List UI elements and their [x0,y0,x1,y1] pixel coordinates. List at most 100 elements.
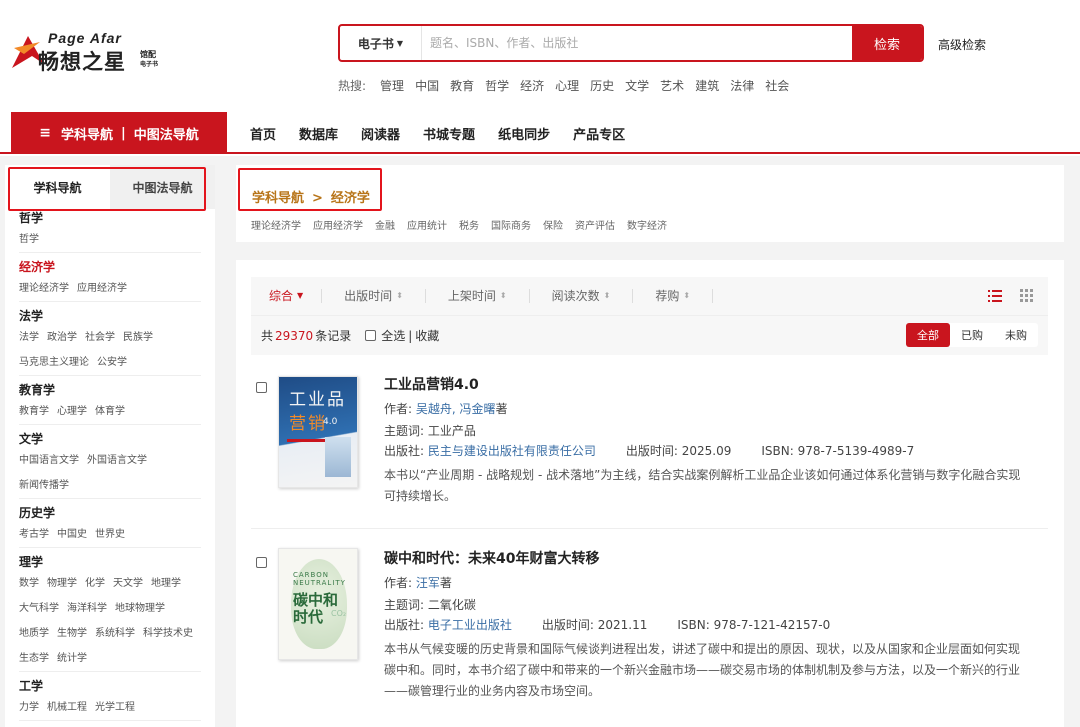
sidebar-item[interactable]: 社会学 [85,325,115,350]
nav-link-print-sync[interactable]: 纸电同步 [498,124,550,143]
filter-all[interactable]: 全部 [906,323,950,347]
site-logo[interactable]: Page Afar 畅想之星 馆配 电子书 [10,28,170,78]
sort-recommend[interactable]: 荐购 ⬍ [633,289,714,303]
sidebar-group-title[interactable]: 工学 [19,677,201,695]
search-button[interactable]: 检索 [852,26,922,60]
book-author[interactable]: 汪军 [416,576,440,590]
sidebar-item[interactable]: 法学 [19,325,39,350]
subcategory-item[interactable]: 数字经济 [627,217,667,232]
sidebar-group-title[interactable]: 历史学 [19,504,201,522]
book-cover[interactable]: 工业品 营销 4.0 [278,376,358,488]
hot-term[interactable]: 中国 [415,77,439,94]
sidebar-item[interactable]: 科学技术史 [143,621,193,646]
sidebar-item[interactable]: 地球物理学 [115,596,165,621]
subcategory-item[interactable]: 资产评估 [575,217,615,232]
category-nav-button[interactable]: ≡ 学科导航 | 中图法导航 [11,112,227,154]
nav-subject-label[interactable]: 学科导航 [61,124,113,143]
list-view-icon[interactable] [988,289,1002,303]
sort-read-count[interactable]: 阅读次数 ⬍ [530,289,634,303]
book-publisher[interactable]: 电子工业出版社 [428,618,512,632]
sidebar-item[interactable]: 民族学 [123,325,153,350]
sidebar-item[interactable]: 中国语言文学 [19,448,79,473]
sidebar-group-title[interactable]: 文学 [19,430,201,448]
sidebar-item[interactable]: 海洋科学 [67,596,107,621]
sidebar-item[interactable]: 天文学 [113,571,143,596]
hot-term[interactable]: 心理 [555,77,579,94]
sidebar-item[interactable]: 统计学 [57,646,87,671]
sidebar-item[interactable]: 生态学 [19,646,49,671]
subcategory-item[interactable]: 保险 [543,217,563,232]
sidebar-item[interactable]: 教育学 [19,399,49,424]
filter-purchased[interactable]: 已购 [950,323,994,347]
sidebar-group-title[interactable]: 法学 [19,307,201,325]
sidebar-item[interactable]: 物理学 [47,571,77,596]
sidebar-group-title[interactable]: 理学 [19,553,201,571]
subcategory-item[interactable]: 应用经济学 [313,217,363,232]
select-all-label[interactable]: 全选 [381,327,405,344]
sidebar-group-title[interactable]: 经济学 [19,258,201,276]
grid-view-icon[interactable] [1020,289,1034,303]
hot-term[interactable]: 法律 [730,77,754,94]
sidebar-item[interactable]: 政治学 [47,325,77,350]
sidebar-item[interactable]: 心理学 [57,399,87,424]
book-cover[interactable]: CARBON NEUTRALITY 碳中和 时代 CO₂ [278,548,358,660]
nav-link-home[interactable]: 首页 [250,124,276,143]
hot-term[interactable]: 历史 [590,77,614,94]
hot-term[interactable]: 管理 [380,77,404,94]
sidebar-item[interactable]: 马克思主义理论 [19,350,89,375]
sidebar-item[interactable]: 数学 [19,571,39,596]
sidebar-item[interactable]: 外国语言文学 [87,448,147,473]
sidebar-item[interactable]: 地质学 [19,621,49,646]
hot-term[interactable]: 经济 [520,77,544,94]
hot-term[interactable]: 社会 [765,77,789,94]
sidebar-item[interactable]: 应用经济学 [77,276,127,301]
book-publisher[interactable]: 民主与建设出版社有限责任公司 [428,444,596,458]
hot-term[interactable]: 哲学 [485,77,509,94]
sidebar-item[interactable]: 力学 [19,695,39,720]
sidebar-item[interactable]: 理论经济学 [19,276,69,301]
subcategory-item[interactable]: 税务 [459,217,479,232]
sidebar-item[interactable]: 光学工程 [95,695,135,720]
sidebar-item[interactable]: 化学 [85,571,105,596]
hot-term[interactable]: 建筑 [695,77,719,94]
book-title[interactable]: 工业品营销4.0 [384,374,1024,394]
nav-link-topics[interactable]: 书城专题 [423,124,475,143]
sort-publish-date[interactable]: 出版时间 ⬍ [322,289,426,303]
sidebar-item[interactable]: 公安学 [97,350,127,375]
sidebar-group-title[interactable]: 哲学 [19,209,201,227]
select-all-checkbox[interactable] [365,330,377,341]
book-title[interactable]: 碳中和时代：未来40年财富大转移 [384,548,1024,568]
sidebar-group-title[interactable]: 教育学 [19,381,201,399]
sidebar-item[interactable]: 世界史 [95,522,125,547]
nav-clc-label[interactable]: 中图法导航 [134,124,199,143]
sidebar-item[interactable]: 考古学 [19,522,49,547]
nav-link-products[interactable]: 产品专区 [573,124,625,143]
sort-comprehensive[interactable]: 综合 ▼ [251,289,323,303]
book-checkbox[interactable] [256,557,267,568]
search-input[interactable] [422,26,852,60]
nav-link-reader[interactable]: 阅读器 [361,124,400,143]
sidebar-item[interactable]: 机械工程 [47,695,87,720]
hot-term[interactable]: 教育 [450,77,474,94]
sidebar-item[interactable]: 新闻传播学 [19,473,69,498]
sidebar-item[interactable]: 生物学 [57,621,87,646]
sidebar-item[interactable]: 体育学 [95,399,125,424]
nav-link-database[interactable]: 数据库 [299,124,338,143]
sidebar-item[interactable]: 地理学 [151,571,181,596]
subcategory-item[interactable]: 国际商务 [491,217,531,232]
hot-term[interactable]: 文学 [625,77,649,94]
filter-not-purchased[interactable]: 未购 [994,323,1038,347]
subcategory-item[interactable]: 理论经济学 [251,217,301,232]
favorite-button[interactable]: 收藏 [415,327,439,344]
search-type-dropdown[interactable]: 电子书 ▼ [340,26,422,60]
sidebar-item[interactable]: 系统科学 [95,621,135,646]
hot-term[interactable]: 艺术 [660,77,684,94]
subcategory-item[interactable]: 应用统计 [407,217,447,232]
book-author[interactable]: 吴越舟, 冯金曙 [416,402,496,416]
advanced-search-link[interactable]: 高级检索 [938,36,986,53]
sidebar-item[interactable]: 中国史 [57,522,87,547]
subcategory-item[interactable]: 金融 [375,217,395,232]
book-checkbox[interactable] [256,382,267,393]
sort-shelf-date[interactable]: 上架时间 ⬍ [426,289,530,303]
sidebar-item[interactable]: 大气科学 [19,596,59,621]
